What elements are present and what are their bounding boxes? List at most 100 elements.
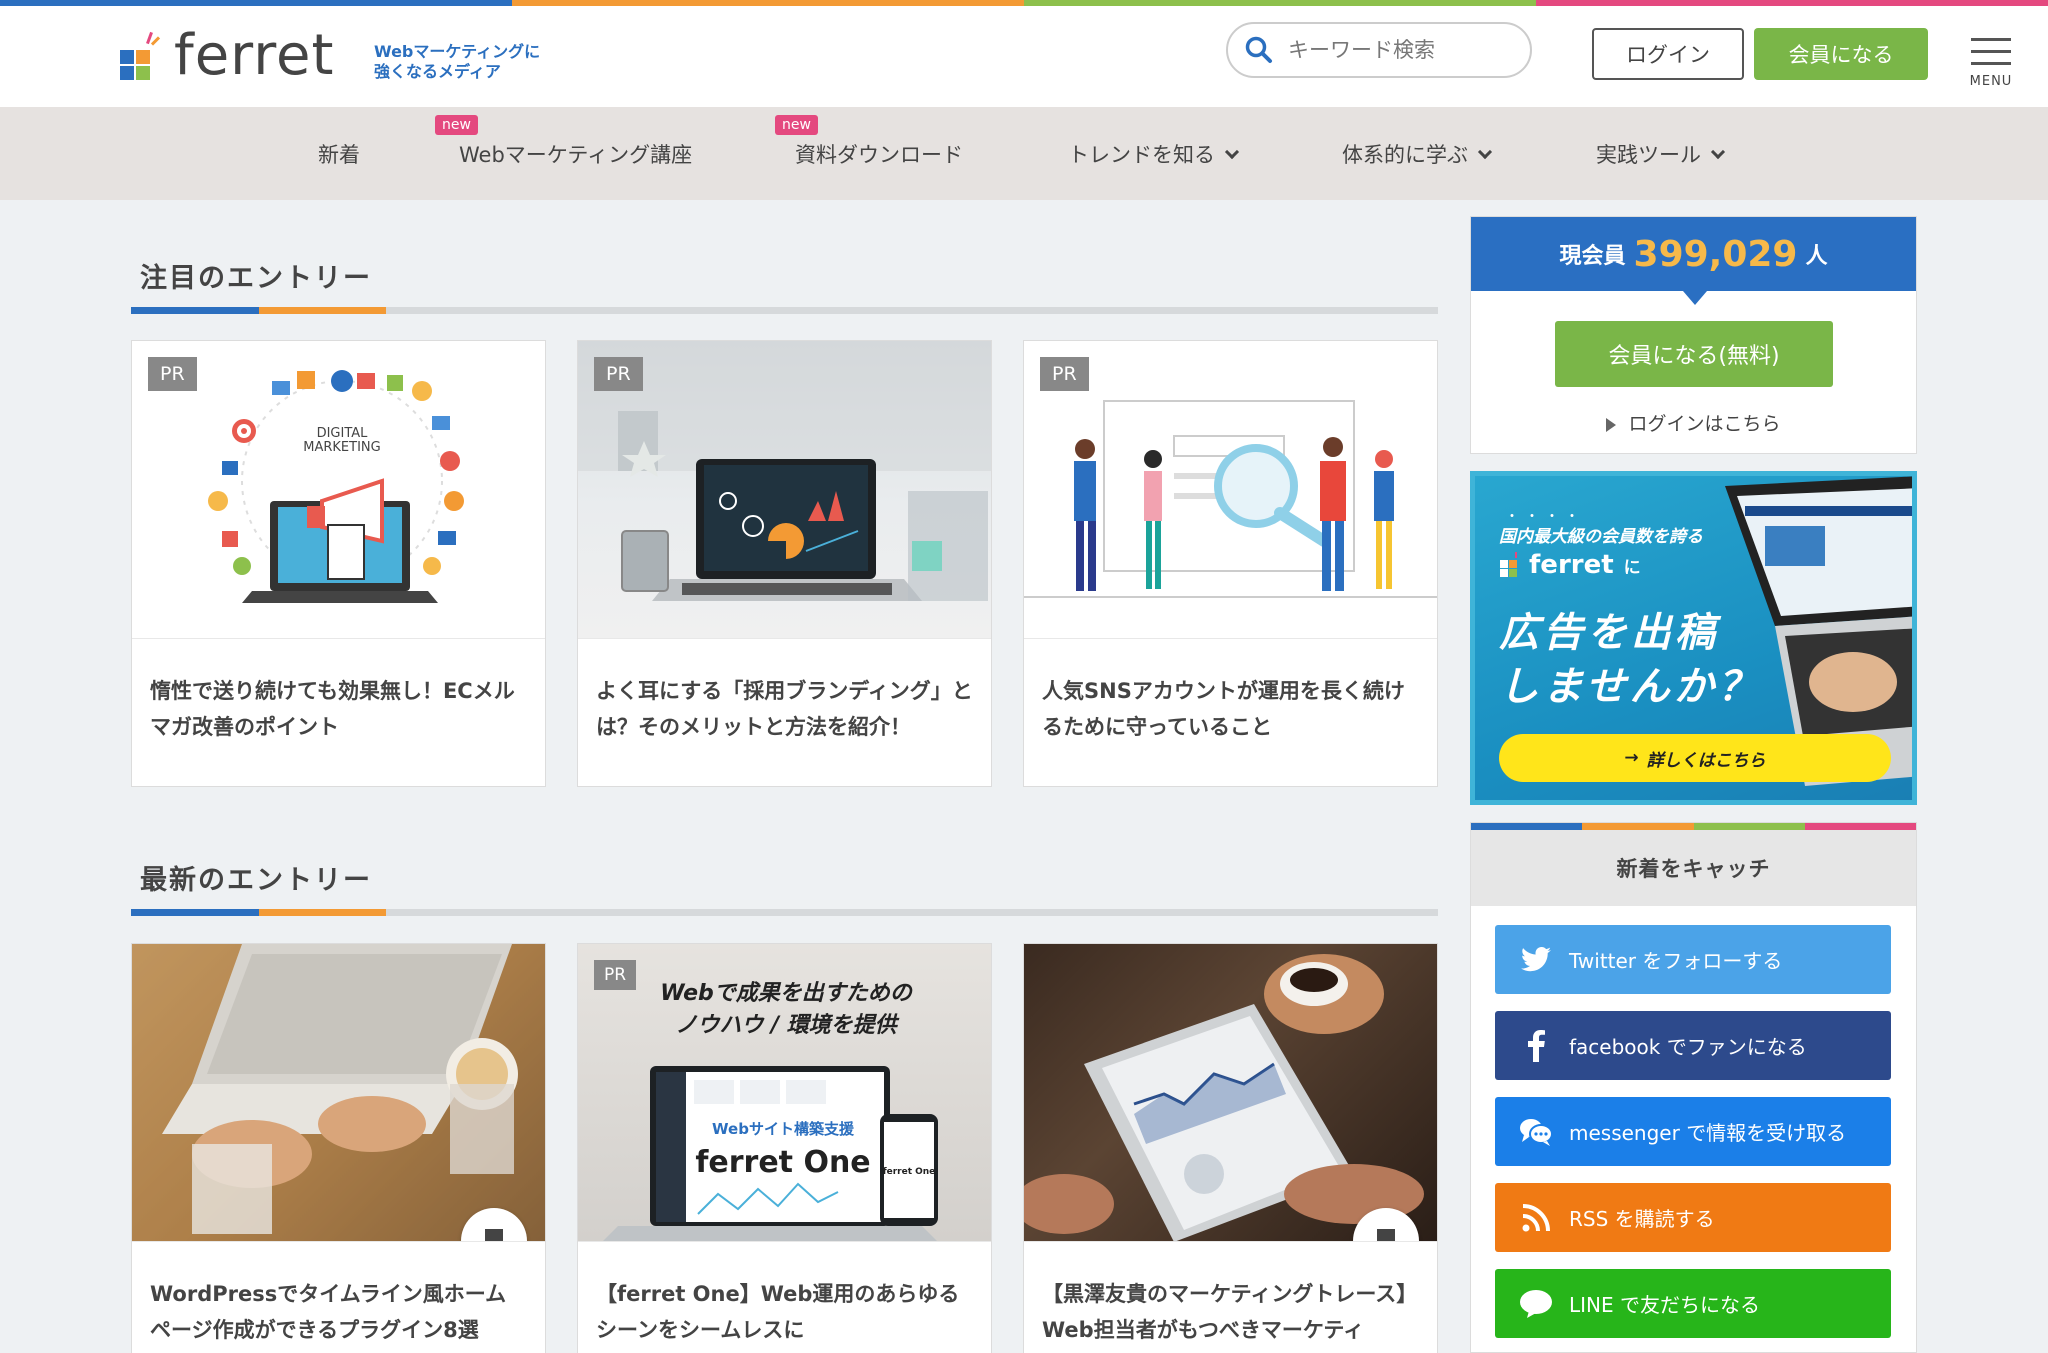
card-title[interactable]: 人気SNSアカウントが運用を長く続けるために守っていること (1024, 639, 1437, 745)
search-icon[interactable] (1244, 35, 1274, 65)
ad-cta-label: 詳しくはこちら (1646, 750, 1766, 771)
promo-headline-2: ノウハウ / 環境を提供 (675, 1012, 899, 1038)
nav-item-web-marketing-course[interactable]: new Webマーケティング講座 (435, 107, 693, 200)
nav-item-label: 体系的に学ぶ (1342, 142, 1468, 167)
logo-mark-icon (118, 30, 162, 82)
members-suffix: 人 (1805, 244, 1828, 269)
login-link[interactable]: ログインはこちら (1471, 409, 1916, 436)
promo-headline-1: Webで成果を出すための (660, 981, 914, 1006)
line-friend-label: LINE で友だちになる (1569, 1293, 1760, 1317)
join-button[interactable]: 会員になる (1754, 28, 1928, 80)
twitter-icon (1519, 943, 1553, 977)
login-link-label: ログインはこちら (1628, 413, 1781, 435)
members-count: 399,029 (1633, 233, 1798, 275)
featured-card-2[interactable]: PR よく耳にする「採用ブランディング」とは？そのメリットと方法を紹介！ (577, 340, 992, 787)
pr-badge: PR (148, 357, 197, 391)
card-title[interactable]: WordPressでタイムライン風ホームページ作成ができるプラグイン8選 (132, 1242, 545, 1348)
card-title[interactable]: 【ferret One】Web運用のあらゆるシーンをシームレスに (578, 1242, 991, 1348)
latest-card-3[interactable]: 【黒澤友貴のマーケティングトレース】Web担当者がもつべきマーケティ (1023, 943, 1438, 1353)
twitter-follow-button[interactable]: Twitter をフォローする (1495, 925, 1891, 994)
section-divider (131, 909, 1438, 916)
latest-card-2[interactable]: PR Webで成果を出すための ノウハウ / 環境を提供 Webサイト構築支援 … (577, 943, 992, 1353)
new-badge: new (435, 115, 478, 135)
join-free-button[interactable]: 会員になる(無料) (1555, 321, 1833, 387)
ad-headline-2: しませんか？ (1499, 664, 1762, 710)
site-header: ferret Webマーケティングに 強くなるメディア ログイン 会員になる M… (0, 6, 2048, 107)
card-image (132, 944, 545, 1242)
follow-panel-title: 新着をキャッチ (1471, 830, 1916, 906)
search-box[interactable] (1226, 22, 1532, 78)
hamburger-icon (1966, 28, 2016, 65)
illustration-text-marketing: MARKETING (303, 440, 380, 455)
ad-brand-line: ferret に (1499, 550, 1641, 580)
ferret-logo[interactable]: ferret (118, 28, 334, 84)
members-panel: 現会員 399,029 人 会員になる(無料) ログインはこちら (1470, 216, 1917, 454)
featured-card-1[interactable]: PR DIGITAL MARKETING 惰性で送り続けても効果無し！ECメルマ… (131, 340, 546, 787)
bookmark-icon (1377, 1229, 1395, 1241)
triangle-right-icon (1606, 417, 1617, 432)
card-image (1024, 944, 1437, 1242)
login-button[interactable]: ログイン (1592, 28, 1744, 80)
featured-card-3[interactable]: PR 人気SNSアカウントが運用を長く続けるために守っていること (1023, 340, 1438, 787)
nav-item-tools[interactable]: 実践ツール (1596, 107, 1726, 200)
advertise-banner[interactable]: ・・・・ 国内最大級の会員数を誇る ferret に 広告を出稿 しませんか？ … (1470, 471, 1917, 805)
nav-item-label: 実践ツール (1596, 142, 1701, 167)
ad-brand-suffix: に (1623, 557, 1641, 578)
laptop-desk-photo (132, 944, 545, 1241)
card-title[interactable]: 惰性で送り続けても効果無し！ECメルマガ改善のポイント (132, 639, 545, 745)
rss-icon (1519, 1201, 1553, 1235)
pr-badge: PR (594, 960, 637, 990)
messenger-follow-button[interactable]: messenger で情報を受け取る (1495, 1097, 1891, 1166)
card-image: PR (578, 341, 991, 639)
arrow-right-icon: → (1624, 748, 1639, 768)
rss-subscribe-label: RSS を購読する (1569, 1207, 1715, 1231)
nav-item-trends[interactable]: トレンドを知る (1068, 107, 1240, 200)
search-input[interactable] (1288, 38, 1508, 62)
members-prefix: 現会員 (1559, 244, 1626, 269)
facebook-icon (1519, 1029, 1553, 1063)
card-image: PR DIGITAL MARKETING (132, 341, 545, 639)
nav-item-label: 資料ダウンロード (795, 142, 963, 167)
nav-item-label: Webマーケティング講座 (459, 142, 693, 167)
chevron-down-icon (1477, 144, 1493, 159)
card-image: PR (1024, 341, 1437, 639)
follow-panel: 新着をキャッチ Twitter をフォローする facebook でファンになる… (1470, 822, 1917, 1353)
chevron-down-icon (1224, 144, 1240, 159)
promo-brand: ferret One (695, 1145, 870, 1180)
tagline-line1: Webマーケティングに (374, 42, 541, 61)
main-nav: 新着 new Webマーケティング講座 new 資料ダウンロード トレンドを知る… (0, 107, 2048, 200)
tagline-line2: 強くなるメディア (374, 62, 501, 81)
nav-item-downloads[interactable]: new 資料ダウンロード (775, 107, 963, 200)
ad-brand: ferret (1529, 550, 1614, 580)
follow-color-stripe (1471, 823, 1916, 830)
nav-item-label: 新着 (318, 142, 360, 167)
nav-item-learn[interactable]: 体系的に学ぶ (1342, 107, 1493, 200)
logo-wordmark: ferret (174, 23, 335, 88)
line-icon (1519, 1287, 1553, 1321)
pr-badge: PR (594, 357, 643, 391)
latest-card-1[interactable]: WordPressでタイムライン風ホームページ作成ができるプラグイン8選 (131, 943, 546, 1353)
latest-section-title: 最新のエントリー (140, 865, 372, 896)
featured-section-title: 注目のエントリー (140, 263, 372, 294)
promo-phone-brand: ferret One (883, 1167, 936, 1177)
chevron-down-icon (1710, 144, 1726, 159)
menu-button[interactable]: MENU (1966, 28, 2016, 90)
facebook-follow-button[interactable]: facebook でファンになる (1495, 1011, 1891, 1080)
tagline: Webマーケティングに 強くなるメディア (374, 42, 574, 82)
ad-cta-button[interactable]: → 詳しくはこちら (1499, 734, 1891, 782)
line-friend-button[interactable]: LINE で友だちになる (1495, 1269, 1891, 1338)
rss-subscribe-button[interactable]: RSS を購読する (1495, 1183, 1891, 1252)
nav-item-new[interactable]: 新着 (318, 107, 360, 200)
promo-subtitle: Webサイト構築支援 (712, 1120, 855, 1138)
pr-badge: PR (1040, 357, 1089, 391)
ferret-mark-icon (1500, 552, 1517, 577)
facebook-follow-label: facebook でファンになる (1569, 1035, 1807, 1059)
card-image: PR Webで成果を出すための ノウハウ / 環境を提供 Webサイト構築支援 … (578, 944, 991, 1242)
card-title[interactable]: 【黒澤友貴のマーケティングトレース】Web担当者がもつべきマーケティ (1024, 1242, 1437, 1348)
members-count-banner: 現会員 399,029 人 (1471, 217, 1916, 305)
section-divider (131, 307, 1438, 314)
messenger-icon (1519, 1115, 1553, 1149)
twitter-follow-label: Twitter をフォローする (1569, 949, 1783, 973)
menu-label: MENU (1969, 74, 2013, 89)
card-title[interactable]: よく耳にする「採用ブランディング」とは？そのメリットと方法を紹介！ (578, 639, 991, 745)
